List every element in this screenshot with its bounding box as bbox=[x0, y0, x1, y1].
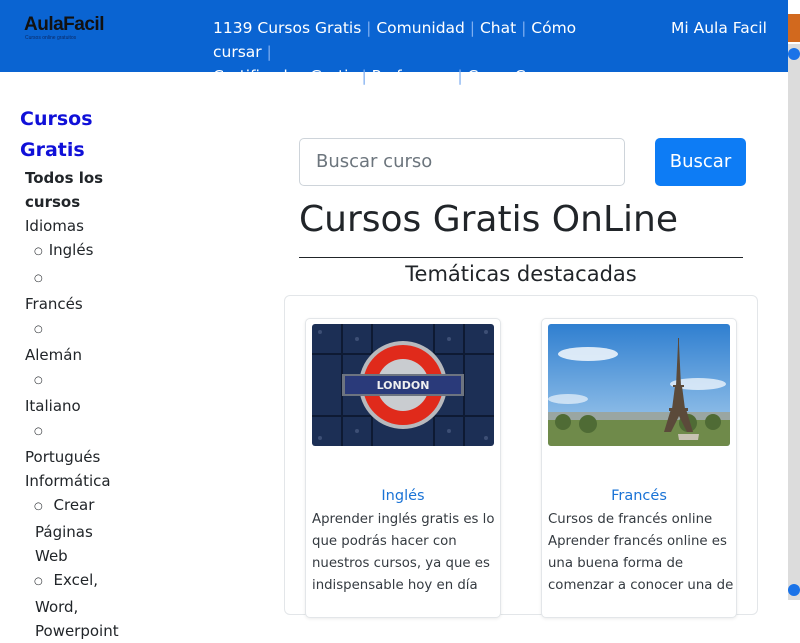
card-title-frances[interactable]: Francés bbox=[542, 486, 736, 506]
aulafacil-logo[interactable]: AulaFacil Cursos online gratuitos bbox=[24, 14, 106, 46]
nav-cursos-gratis[interactable]: 1139 Cursos Gratis bbox=[213, 19, 361, 37]
sidebar-item-crear-line3[interactable]: Web bbox=[25, 544, 130, 568]
sidebar-bullet-icon bbox=[25, 316, 130, 343]
card-text-ingles: Aprender inglés gratis es lo que podrás … bbox=[312, 512, 495, 593]
sidebar-item-portugues[interactable]: Portugués bbox=[25, 445, 130, 469]
sidebar-item-todos-line2: cursos bbox=[25, 193, 81, 211]
scroll-up-icon[interactable] bbox=[788, 48, 800, 60]
sidebar-category-list: Todos los cursos Idiomas Inglés Francés … bbox=[20, 166, 130, 643]
main-nav: 1139 Cursos Gratis | Comunidad | Chat | Cómo c… bbox=[213, 19, 577, 85]
nav-profesores[interactable]: Profesores bbox=[372, 67, 453, 85]
sidebar-item-excel-line1: Excel, bbox=[53, 571, 99, 589]
course-card-ingles[interactable]: LONDON Inglés Aprender inglés gratis es … bbox=[305, 318, 501, 618]
sidebar-bullet-icon bbox=[25, 265, 130, 292]
top-navbar: AulaFacil Cursos online gratuitos 1139 C… bbox=[0, 0, 788, 85]
sidebar-item-crear-line1: Crear bbox=[53, 496, 95, 514]
sidebar: Cursos Gratis Todos los cursos Idiomas I… bbox=[20, 104, 130, 643]
nav-certificados[interactable]: Certificados Gratis bbox=[213, 67, 357, 85]
sidebar-item-ingles[interactable]: Inglés bbox=[25, 238, 130, 265]
mi-aula-facil-link[interactable]: Mi Aula Facil bbox=[671, 16, 767, 40]
london-sign-label: LONDON bbox=[377, 379, 430, 392]
page-title: Cursos Gratis OnLine bbox=[299, 199, 678, 240]
sidebar-bullet-icon bbox=[25, 418, 130, 445]
search-button[interactable]: Buscar bbox=[655, 138, 746, 186]
sidebar-item-idiomas[interactable]: Idiomas bbox=[25, 214, 130, 238]
sidebar-item-italiano[interactable]: Italiano bbox=[25, 394, 130, 418]
sidebar-item-crear-paginas[interactable]: Crear bbox=[25, 493, 130, 520]
sidebar-title-line1: Cursos bbox=[20, 108, 93, 130]
search-input[interactable]: Buscar curso bbox=[299, 138, 625, 186]
sidebar-item-informatica[interactable]: Informática bbox=[25, 469, 130, 493]
sidebar-item-todos-line1: Todos los bbox=[25, 169, 104, 187]
eiffel-tower-image[interactable] bbox=[548, 324, 730, 446]
nav-crear-curso[interactable]: Crear Curso bbox=[468, 67, 560, 85]
sidebar-item-aleman[interactable]: Alemán bbox=[25, 343, 130, 367]
sidebar-item-excel-line3[interactable]: Powerpoint bbox=[25, 619, 130, 643]
course-card-frances[interactable]: Francés Cursos de francés online Aprende… bbox=[541, 318, 737, 618]
sidebar-item-excel-line2[interactable]: Word, bbox=[25, 595, 130, 619]
logo-tagline: Cursos online gratuitos bbox=[25, 35, 77, 41]
section-title: Temáticas destacadas bbox=[405, 262, 637, 286]
nav-comunidad[interactable]: Comunidad bbox=[376, 19, 465, 37]
page-scrollbar[interactable] bbox=[788, 44, 800, 600]
sidebar-item-todos[interactable]: Todos los cursos bbox=[25, 166, 130, 214]
sidebar-item-frances[interactable]: Francés bbox=[25, 292, 130, 316]
scroll-down-icon[interactable] bbox=[788, 584, 800, 596]
sidebar-item-crear-line2[interactable]: Páginas bbox=[25, 520, 130, 544]
sidebar-item-excel[interactable]: Excel, bbox=[25, 568, 130, 595]
london-underground-image[interactable]: LONDON bbox=[312, 324, 494, 446]
sidebar-bullet-icon bbox=[25, 367, 130, 394]
sidebar-title[interactable]: Cursos Gratis bbox=[20, 104, 130, 166]
sidebar-title-line2: Gratis bbox=[20, 139, 85, 161]
nav-chat[interactable]: Chat bbox=[480, 19, 516, 37]
card-title-ingles[interactable]: Inglés bbox=[306, 486, 500, 506]
feedback-tab[interactable] bbox=[788, 14, 800, 42]
card-text-frances: Cursos de francés online Aprender francé… bbox=[548, 512, 734, 593]
logo-text: AulaFacil bbox=[24, 14, 104, 35]
sidebar-item-ingles-label: Inglés bbox=[48, 241, 94, 259]
